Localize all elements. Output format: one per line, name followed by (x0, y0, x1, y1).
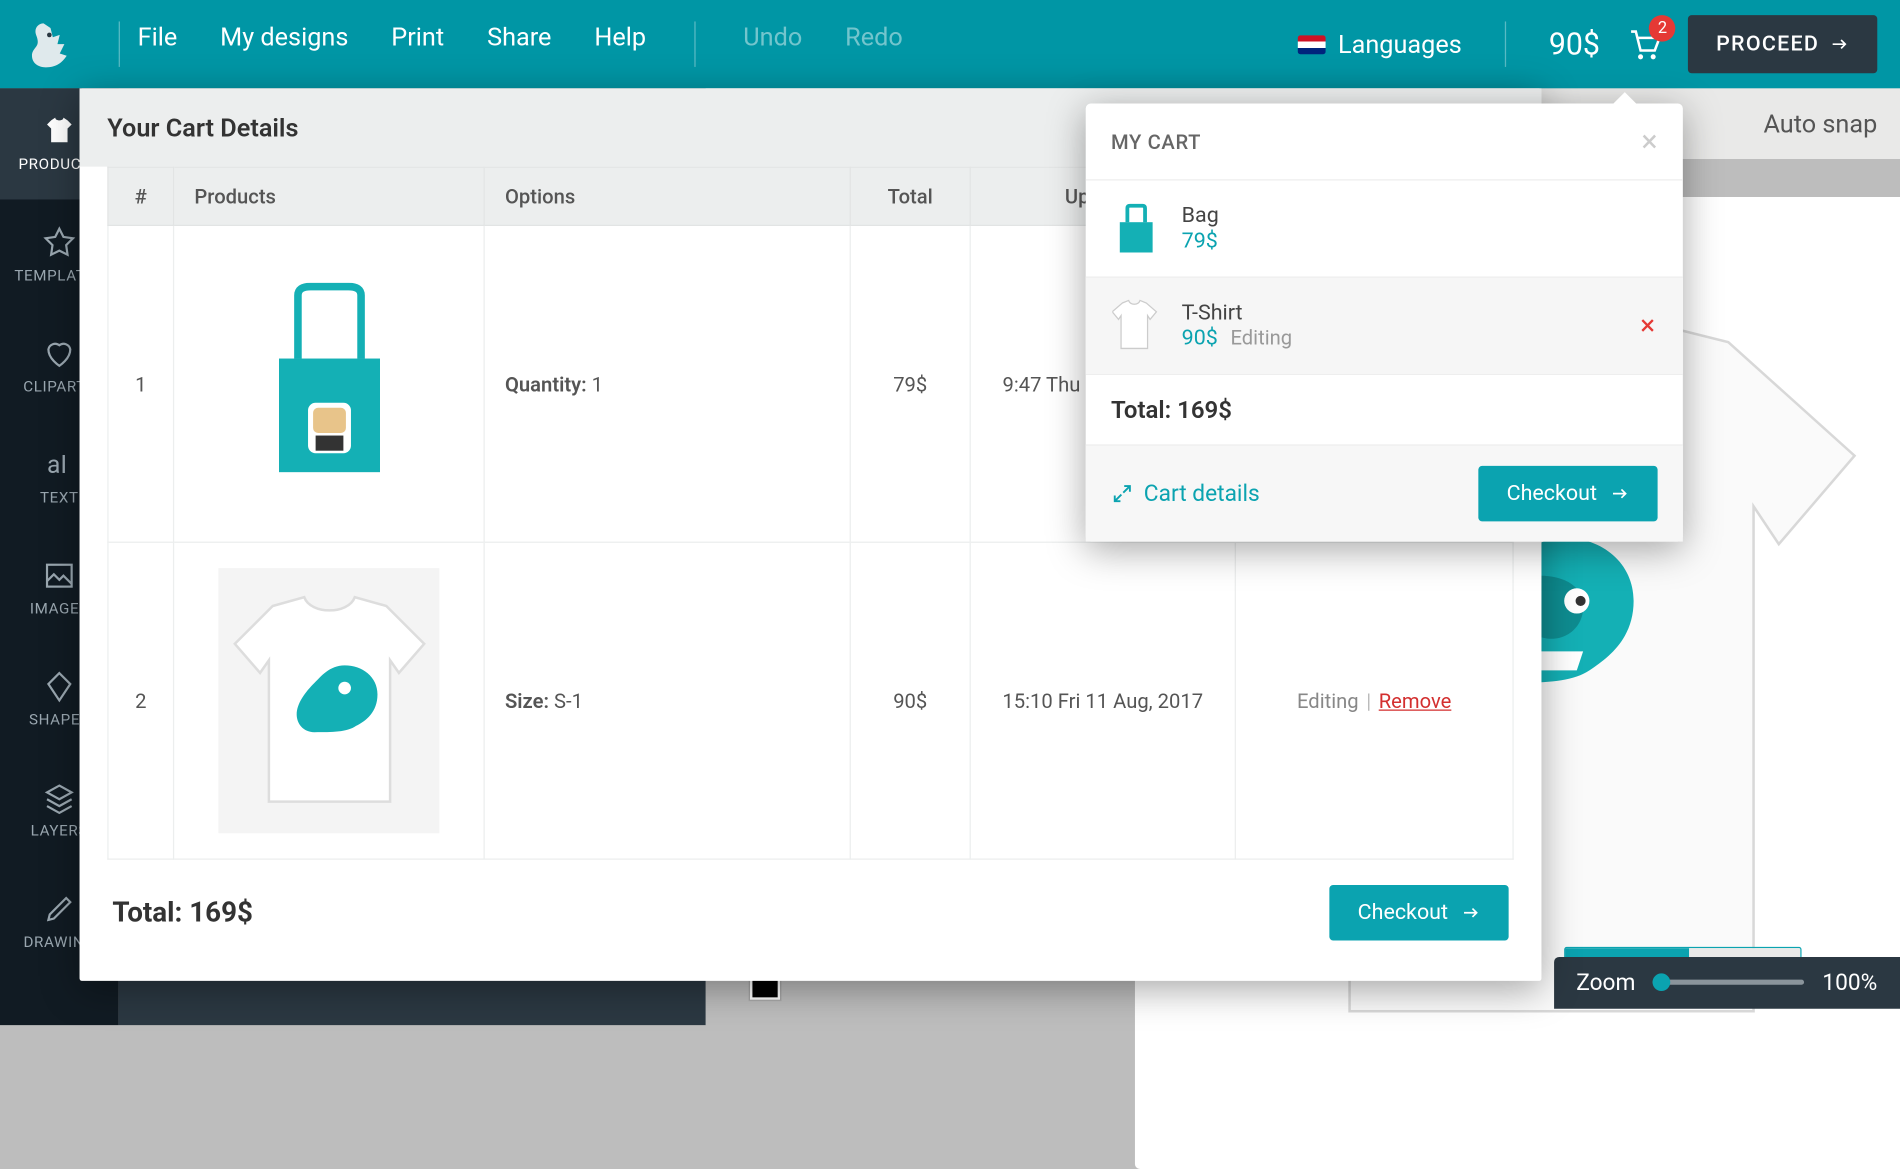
editing-label: Editing (1297, 689, 1359, 713)
cart-details-link[interactable]: Cart details (1111, 480, 1260, 507)
divider (1505, 21, 1506, 66)
cart-button[interactable]: 2 (1625, 25, 1663, 63)
remove-link[interactable]: Remove (1379, 689, 1452, 713)
language-selector[interactable]: Languages (1298, 29, 1462, 59)
text-icon: aI (43, 448, 76, 481)
cell-total: 90$ (850, 542, 970, 859)
cell-product (174, 542, 485, 859)
menu-file[interactable]: File (138, 21, 178, 66)
diamond-icon (43, 670, 76, 703)
zoom-label: Zoom (1576, 969, 1635, 996)
mini-cart-total: Total: 169$ (1086, 374, 1683, 445)
mini-cart-popover: MY CART × Bag 79$ T-Shirt 90$ Editing × T… (1086, 104, 1683, 542)
cell-num: 2 (108, 542, 174, 859)
product-thumb-bag (218, 251, 439, 516)
menu-print[interactable]: Print (391, 21, 444, 66)
arrow-right-icon (1610, 484, 1630, 504)
bag-icon (1111, 198, 1161, 259)
modal-title: Your Cart Details (107, 112, 298, 142)
menu-share[interactable]: Share (487, 21, 551, 66)
menu-redo[interactable]: Redo (845, 21, 903, 66)
item-name: Bag (1182, 203, 1219, 228)
menu-my-designs[interactable]: My designs (220, 21, 348, 66)
col-total: Total (850, 167, 970, 225)
col-options: Options (484, 167, 850, 225)
item-editing-label: Editing (1230, 326, 1292, 350)
menu-help[interactable]: Help (594, 21, 646, 66)
tshirt-icon (43, 115, 76, 148)
modal-total: Total: 169$ (112, 897, 253, 929)
product-thumb-tshirt (218, 568, 439, 833)
svg-text:aI: aI (47, 451, 67, 480)
cell-num: 1 (108, 225, 174, 542)
cell-updated: 15:10 Fri 11 Aug, 2017 (970, 542, 1235, 859)
heart-icon (43, 337, 76, 370)
arrow-right-icon (1461, 903, 1481, 923)
item-price: 90$ (1182, 326, 1218, 351)
zoom-control: Zoom 100% (1553, 957, 1900, 1009)
mini-cart-remove[interactable]: × (1640, 310, 1655, 342)
mini-cart-title: MY CART (1111, 129, 1201, 153)
layers-icon (43, 781, 76, 814)
slider-knob[interactable] (1653, 974, 1671, 992)
rail-label: TEXT (40, 489, 79, 507)
checkout-button[interactable]: Checkout (1330, 885, 1509, 941)
divider (119, 21, 120, 66)
tshirt-icon (1111, 295, 1161, 356)
app-logo (23, 16, 79, 72)
zoom-value: 100% (1822, 969, 1877, 996)
mini-cart-item[interactable]: Bag 79$ (1086, 179, 1683, 276)
top-bar: File My designs Print Share Help Undo Re… (0, 0, 1900, 88)
cell-options: Quantity: 1 (484, 225, 850, 542)
image-icon (43, 559, 76, 592)
pencil-icon (43, 893, 76, 926)
cell-product (174, 225, 485, 542)
col-num: # (108, 167, 174, 225)
uk-flag-icon (1298, 35, 1326, 54)
mini-cart-item[interactable]: T-Shirt 90$ Editing × (1086, 276, 1683, 373)
proceed-button[interactable]: PROCEED (1688, 15, 1877, 73)
menu-undo[interactable]: Undo (743, 21, 802, 66)
main-menu: File My designs Print Share Help Undo Re… (138, 21, 903, 66)
expand-icon (1111, 482, 1134, 505)
cell-actions: Editing|Remove (1235, 542, 1513, 859)
arrow-right-icon (1829, 34, 1849, 54)
auto-snap-toggle[interactable]: Auto snap (1763, 109, 1877, 139)
zoom-slider[interactable] (1653, 980, 1804, 985)
star-icon (43, 226, 76, 259)
mini-checkout-button[interactable]: Checkout (1479, 466, 1658, 522)
cell-options: Size: S-1 (484, 542, 850, 859)
proceed-label: PROCEED (1716, 32, 1819, 57)
item-price: 79$ (1182, 229, 1218, 254)
col-products: Products (174, 167, 485, 225)
current-price: 90$ (1549, 27, 1600, 62)
mini-cart-close[interactable]: × (1641, 124, 1657, 159)
cart-badge: 2 (1649, 15, 1676, 42)
language-label: Languages (1338, 29, 1462, 59)
cell-total: 79$ (850, 225, 970, 542)
item-name: T-Shirt (1182, 300, 1292, 325)
modal-footer: Total: 169$ Checkout (107, 860, 1513, 953)
table-row: 2 Size: S-1 90$ 15:10 Fri 11 Aug, 2017 E… (108, 542, 1513, 859)
divider (694, 21, 695, 66)
